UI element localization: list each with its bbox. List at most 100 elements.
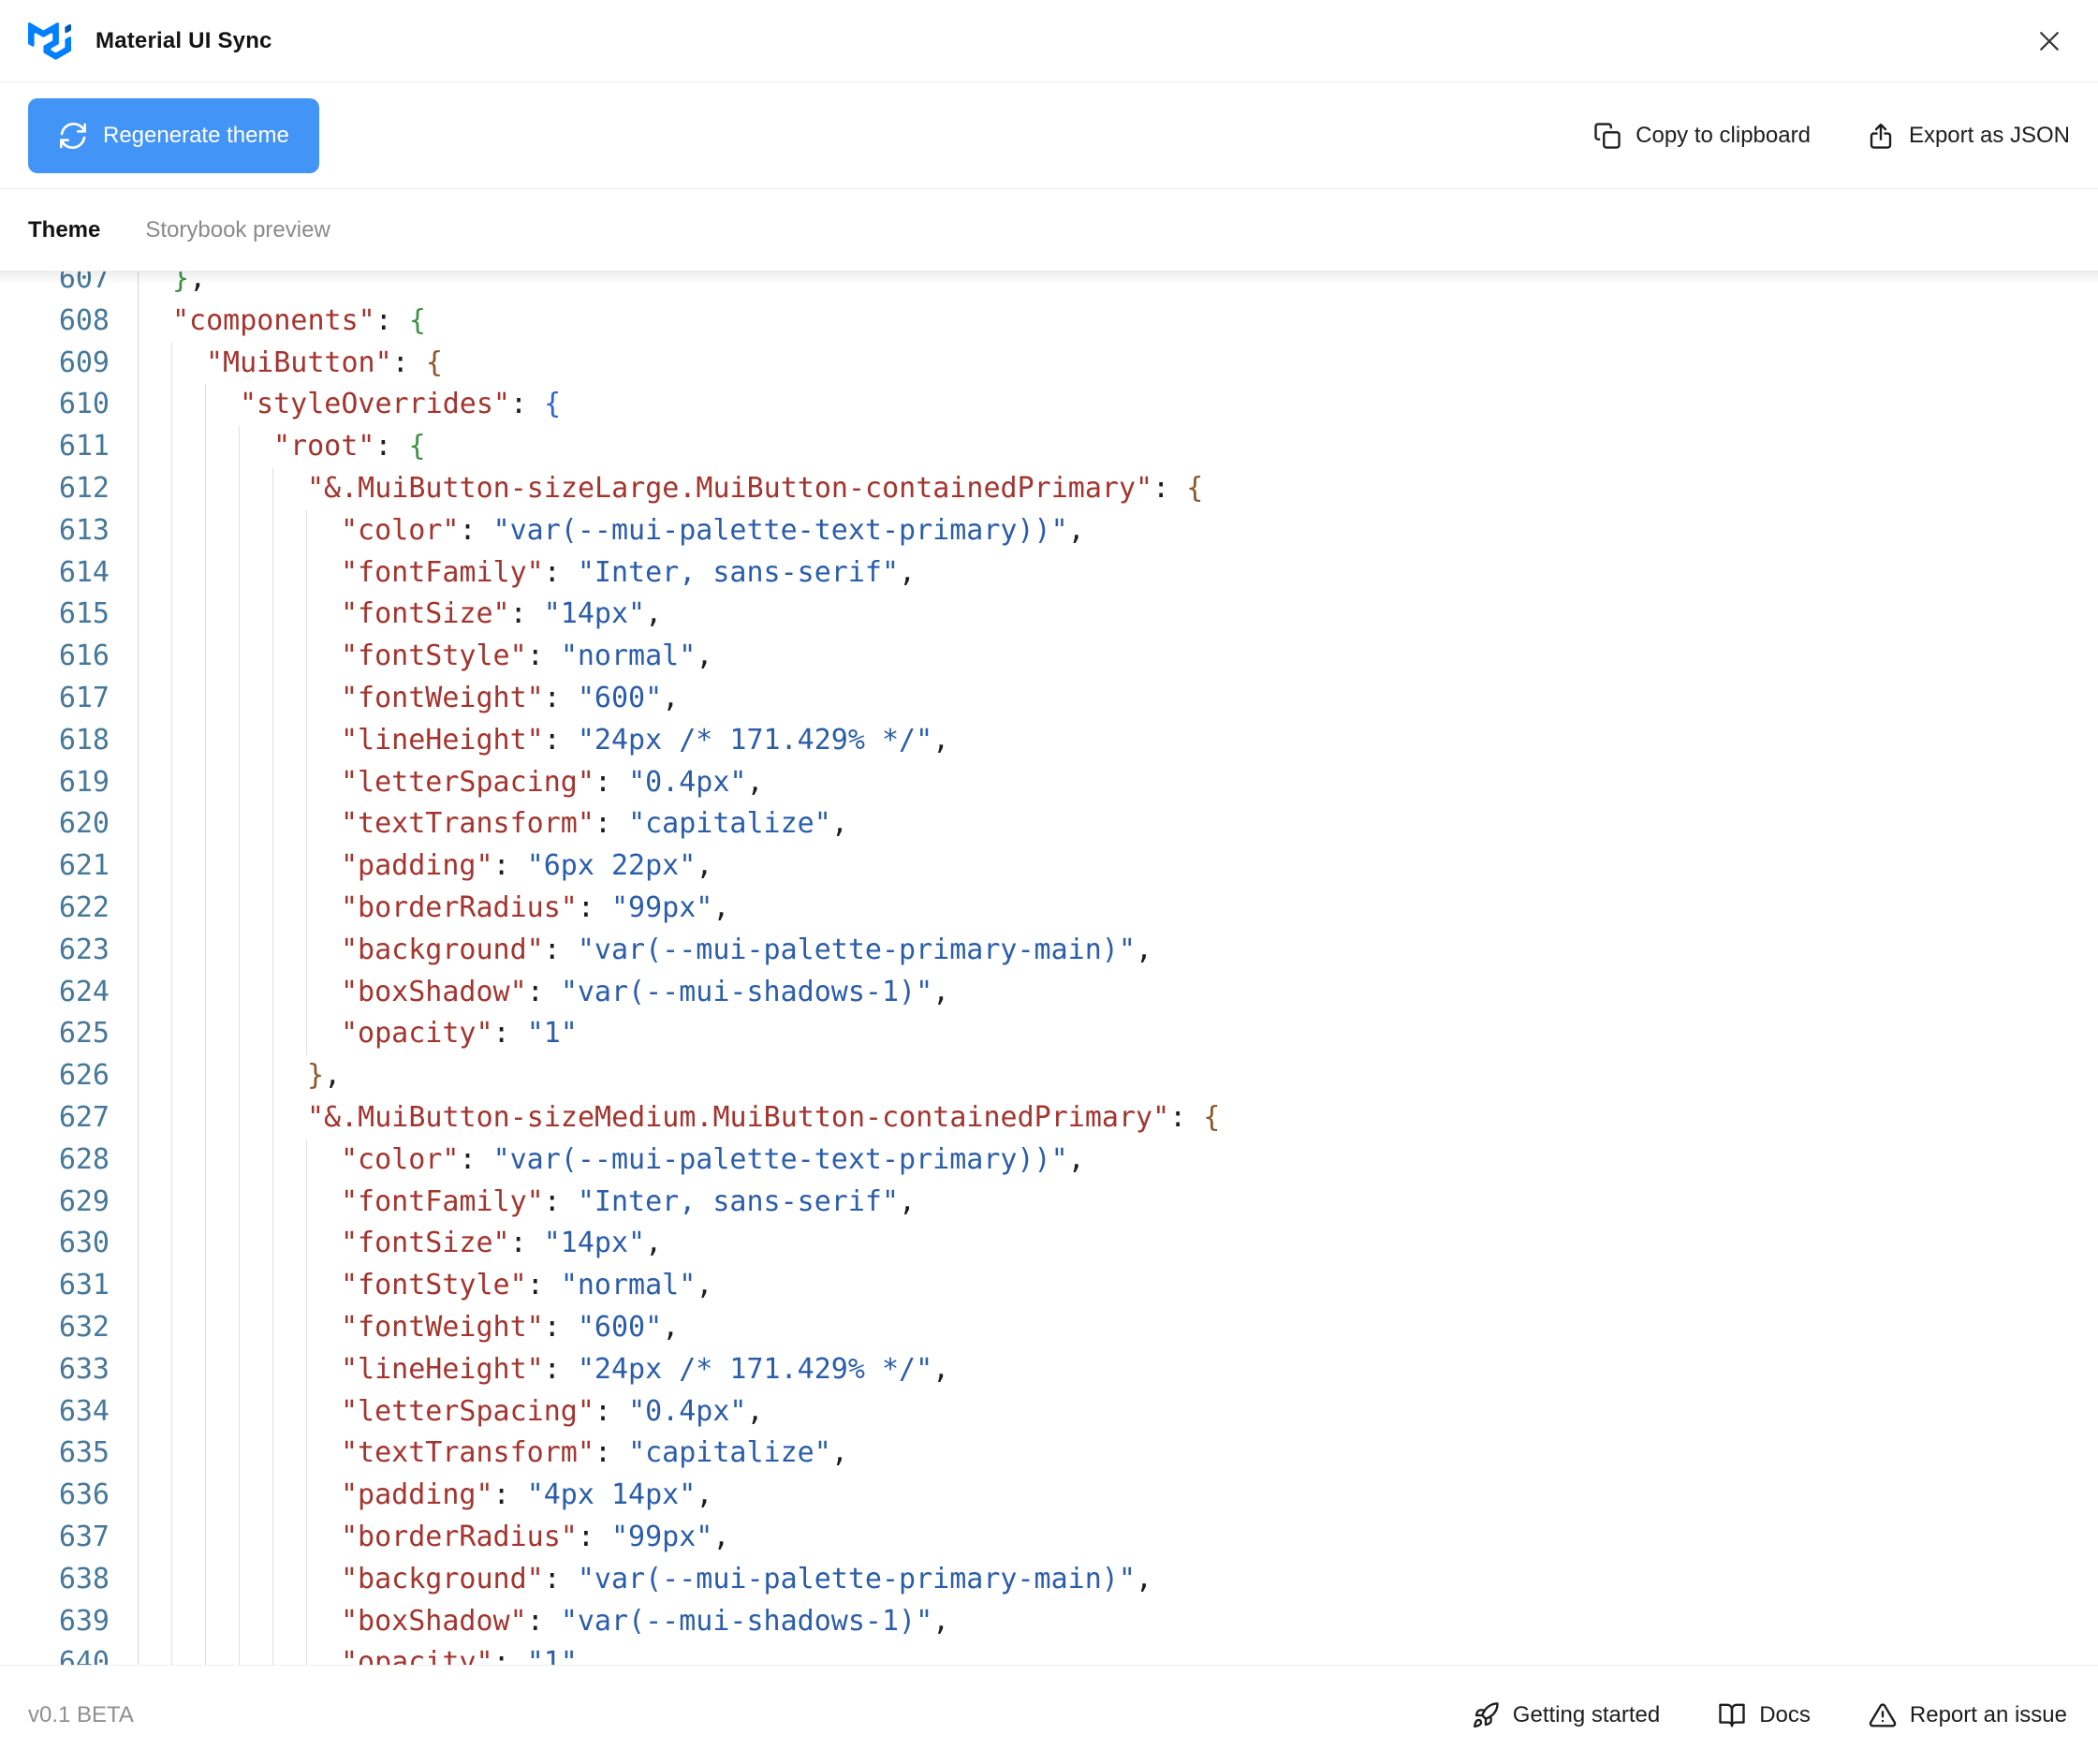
indent-guide	[273, 1475, 307, 1517]
code-token: "normal"	[560, 639, 697, 673]
indent-guide	[240, 1013, 273, 1056]
indent-guide	[206, 1181, 240, 1224]
line-number: 619	[0, 761, 139, 804]
indent-guide	[240, 929, 273, 972]
code-token: :	[543, 1352, 578, 1386]
indent-guide	[206, 929, 240, 972]
code-line: 613 "color": "var(--mui-palette-text-prim…	[0, 509, 2098, 552]
export-as-json-button[interactable]: Export as JSON	[1867, 122, 2070, 150]
indent-guide	[172, 1013, 206, 1056]
indent-guide	[273, 1139, 307, 1182]
indent-guide	[172, 971, 206, 1014]
indent-guide	[273, 845, 307, 888]
code-line: 617 "fontWeight": "600",	[0, 677, 2098, 720]
line-number: 638	[0, 1558, 139, 1601]
code-token: "letterSpacing"	[341, 765, 594, 799]
code-token: "lineHeight"	[341, 723, 544, 757]
indent-guide	[172, 384, 206, 427]
code-token: "600"	[577, 681, 663, 714]
line-number: 608	[0, 300, 139, 343]
indent-guide	[273, 636, 307, 678]
indent-guide	[139, 636, 172, 678]
indent-guide	[206, 1433, 240, 1476]
indent-guide	[240, 971, 273, 1014]
docs-label: Docs	[1759, 1701, 1811, 1727]
indent-guide	[240, 1223, 273, 1266]
code-token: "6px 22px"	[526, 849, 697, 883]
indent-guide	[240, 1475, 273, 1517]
code-token: "fontSize"	[341, 597, 510, 631]
footer: v0.1 BETA Getting started Docs Report an…	[0, 1665, 2098, 1764]
line-number: 637	[0, 1516, 139, 1559]
code-token: :	[459, 1142, 493, 1176]
code-token: ,	[932, 1352, 950, 1386]
indent-guide	[139, 1055, 172, 1097]
indent-guide	[206, 887, 240, 930]
code-token: :	[509, 597, 544, 631]
indent-guide	[273, 1516, 307, 1559]
getting-started-link[interactable]: Getting started	[1472, 1701, 1660, 1729]
indent-guide	[240, 1642, 273, 1665]
indent-guide	[139, 677, 172, 720]
indent-guide	[206, 1516, 240, 1559]
code-token: ,	[645, 597, 663, 631]
code-token: "14px"	[543, 1227, 646, 1260]
code-token: ,	[746, 1394, 764, 1428]
indent-guide	[240, 1516, 273, 1559]
code-token: :	[526, 1269, 561, 1302]
regenerate-theme-button[interactable]: Regenerate theme	[28, 97, 319, 173]
code-token: :	[492, 849, 527, 883]
code-line: 625 "opacity": "1"	[0, 1013, 2098, 1056]
code-token: "boxShadow"	[341, 1604, 527, 1638]
code-token: "capitalize"	[628, 807, 831, 841]
tab-storybook-preview[interactable]: Storybook preview	[145, 217, 330, 243]
code-token: ,	[932, 1604, 950, 1638]
indent-guide	[172, 426, 206, 468]
line-number: 617	[0, 677, 139, 720]
code-token: "fontStyle"	[341, 639, 527, 673]
code-token: "Inter, sans-serif"	[577, 1184, 900, 1218]
code-line: 616 "fontStyle": "normal",	[0, 636, 2098, 678]
code-token: "fontFamily"	[341, 555, 544, 589]
code-line: 629 "fontFamily": "Inter, sans-serif",	[0, 1181, 2098, 1224]
close-button[interactable]	[2029, 21, 2070, 62]
line-number: 623	[0, 929, 139, 972]
indent-guide	[206, 1642, 240, 1665]
warning-icon	[1869, 1702, 1897, 1727]
code-token: :	[526, 975, 561, 1008]
code-editor[interactable]: 607}, 608 "components": {609 "MuiButton": {…	[0, 272, 2098, 1665]
code-line: 614 "fontFamily": "Inter, sans-serif",	[0, 551, 2098, 595]
indent-guide	[172, 1223, 206, 1266]
line-number: 616	[0, 636, 139, 678]
indent-guide	[240, 887, 273, 930]
indent-guide	[206, 1265, 240, 1307]
code-token: "var(--mui-palette-primary-main)"	[577, 933, 1136, 966]
line-number: 627	[0, 1096, 139, 1139]
plugin-header: Material UI Sync	[0, 0, 2098, 82]
line-number: 631	[0, 1265, 139, 1307]
tab-theme[interactable]: Theme	[28, 217, 100, 243]
code-token: :	[526, 1604, 561, 1638]
report-an-issue-link[interactable]: Report an issue	[1869, 1701, 2067, 1729]
copy-to-clipboard-button[interactable]: Copy to clipboard	[1593, 122, 1811, 150]
indent-guide	[139, 509, 172, 552]
indent-guide	[273, 887, 307, 930]
indent-guide	[172, 594, 206, 637]
code-token: ,	[696, 1478, 713, 1512]
docs-link[interactable]: Docs	[1718, 1701, 1811, 1729]
indent-guide	[206, 1390, 240, 1433]
indent-guide	[172, 1139, 206, 1182]
page-title: Material UI Sync	[95, 27, 272, 53]
code-token: "1"	[526, 1646, 578, 1665]
code-token: "components"	[172, 303, 375, 337]
code-token: :	[594, 1436, 629, 1470]
code-token: }	[172, 272, 190, 295]
code-token: :	[374, 303, 409, 337]
